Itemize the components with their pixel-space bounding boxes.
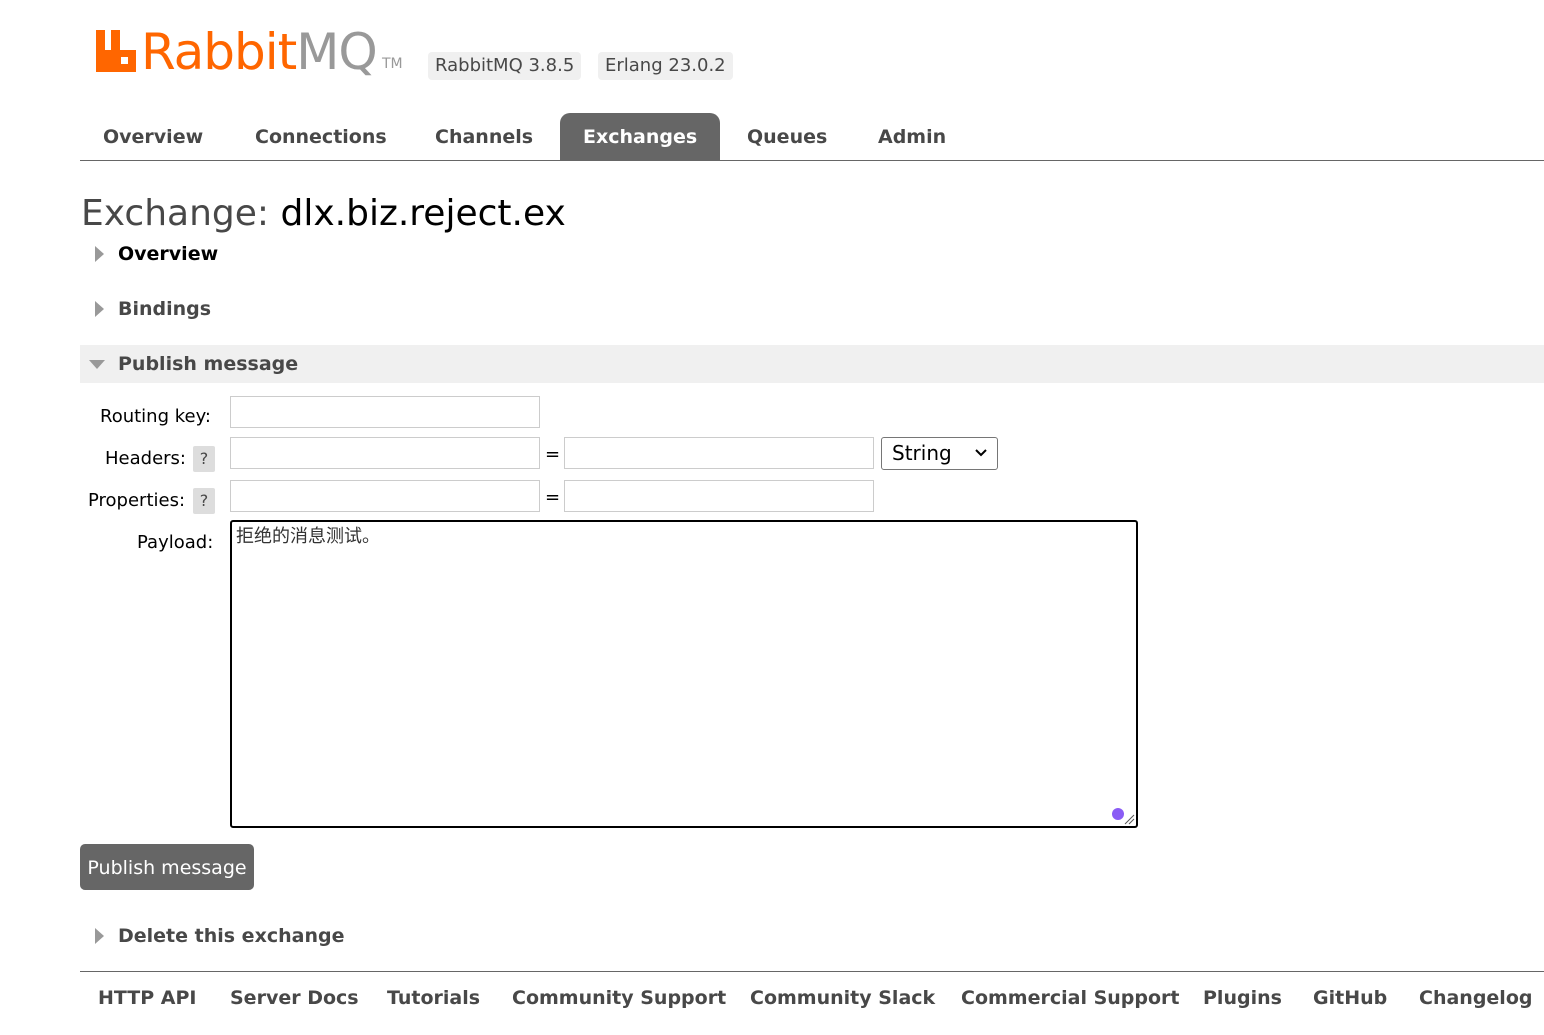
headers-label: Headers: [105, 448, 186, 469]
payload-textarea[interactable]: 拒绝的消息测试。 [230, 520, 1138, 828]
expand-arrow-icon [95, 246, 104, 262]
footer-links: HTTP API Server Docs Tutorials Community… [80, 971, 1544, 1035]
property-key-input[interactable] [230, 480, 540, 512]
erlang-version-badge: Erlang 23.0.2 [598, 52, 733, 80]
section-overview[interactable]: Overview [80, 235, 1544, 273]
tab-admin[interactable]: Admin [855, 113, 969, 160]
collapse-arrow-icon [89, 360, 105, 369]
footer-link-server-docs[interactable]: Server Docs [230, 986, 359, 1010]
expand-arrow-icon [95, 301, 104, 317]
header-equals-sign: = [545, 444, 561, 465]
properties-help-button[interactable]: ? [193, 488, 215, 514]
rabbitmq-version-badge: RabbitMQ 3.8.5 [428, 52, 582, 80]
footer-link-tutorials[interactable]: Tutorials [387, 986, 480, 1010]
page-title-prefix: Exchange: [81, 193, 270, 234]
section-publish-label: Publish message [118, 353, 299, 375]
routing-key-label: Routing key: [100, 406, 211, 427]
footer-link-changelog[interactable]: Changelog [1419, 986, 1532, 1010]
property-equals-sign: = [545, 487, 561, 508]
section-delete-label: Delete this exchange [118, 925, 345, 947]
routing-key-input[interactable] [230, 396, 540, 428]
payload-text: 拒绝的消息测试。 [236, 526, 380, 547]
exchange-name: dlx.biz.reject.ex [280, 193, 566, 234]
tab-overview[interactable]: Overview [80, 113, 226, 160]
rabbitmq-logo[interactable]: RabbitMQ TM [96, 22, 416, 82]
footer-link-commercial-support[interactable]: Commercial Support [961, 986, 1180, 1010]
header-value-input[interactable] [564, 437, 874, 469]
logo-trademark: TM [382, 56, 403, 72]
section-bindings-label: Bindings [118, 298, 212, 320]
publish-message-button[interactable]: Publish message [80, 844, 254, 890]
section-overview-label: Overview [118, 243, 219, 265]
property-value-input[interactable] [564, 480, 874, 512]
headers-help-button[interactable]: ? [193, 446, 215, 472]
tab-exchanges[interactable]: Exchanges [560, 113, 721, 160]
tab-connections[interactable]: Connections [232, 113, 410, 160]
section-publish-message[interactable]: Publish message [80, 345, 1544, 383]
expand-arrow-icon [95, 928, 104, 944]
footer-link-http-api[interactable]: HTTP API [98, 986, 197, 1010]
footer-link-community-support[interactable]: Community Support [512, 986, 726, 1010]
footer-link-community-slack[interactable]: Community Slack [750, 986, 935, 1010]
properties-label: Properties: [88, 490, 186, 511]
header-type-value: String [892, 441, 952, 465]
section-bindings[interactable]: Bindings [80, 290, 1544, 328]
header-key-input[interactable] [230, 437, 540, 469]
payload-label: Payload: [137, 532, 214, 553]
header-type-select[interactable]: String [881, 437, 998, 470]
footer-link-plugins[interactable]: Plugins [1203, 986, 1282, 1010]
logo-wordmark: RabbitMQ [141, 23, 378, 81]
page-title: Exchange: dlx.biz.reject.ex [81, 190, 566, 238]
tab-queues[interactable]: Queues [724, 113, 850, 160]
tab-channels[interactable]: Channels [412, 113, 556, 160]
section-delete-exchange[interactable]: Delete this exchange [80, 917, 1544, 955]
chevron-down-icon [975, 449, 987, 457]
footer-link-github[interactable]: GitHub [1313, 986, 1387, 1010]
resize-grip-icon[interactable] [1123, 813, 1135, 825]
main-nav-tabs: Overview Connections Channels Exchanges … [80, 113, 1544, 161]
rabbit-logo-icon [96, 30, 136, 72]
